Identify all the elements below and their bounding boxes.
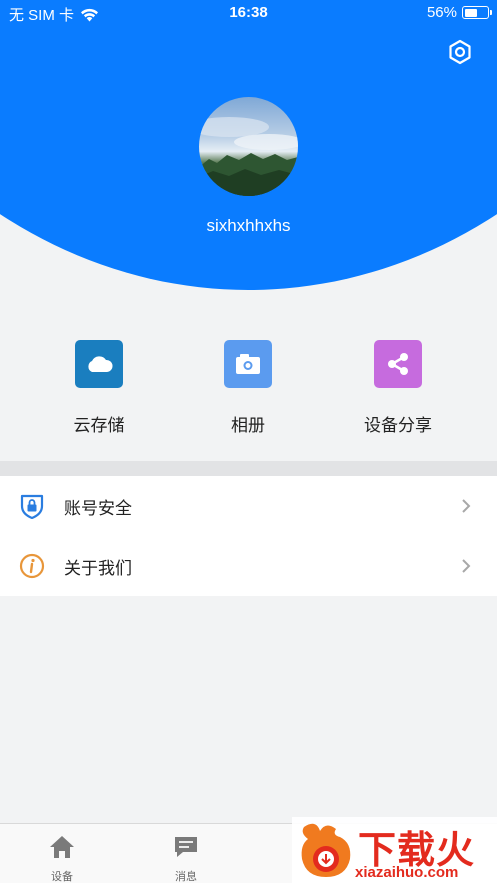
info-icon: [19, 553, 45, 579]
flame-logo-icon: [301, 823, 351, 877]
tab-messages[interactable]: 消息: [124, 824, 248, 883]
profile-header: 无 SIM 卡 16:38 56% sixhxhhxhs: [0, 0, 497, 290]
feature-label: 设备分享: [364, 416, 432, 435]
feature-device-share[interactable]: 设备分享: [328, 330, 468, 436]
feature-label: 相册: [231, 416, 265, 435]
battery-percent: 56%: [426, 4, 457, 21]
chevron-right-icon: [462, 559, 471, 573]
menu-label: 账号安全: [64, 498, 132, 518]
chevron-right-icon: [462, 499, 471, 513]
message-icon: [175, 837, 197, 857]
shield-lock-icon: [20, 494, 44, 519]
avatar[interactable]: [199, 97, 298, 196]
menu-item-about-us[interactable]: 关于我们: [0, 536, 497, 596]
feature-cloud-storage[interactable]: 云存储: [29, 330, 169, 436]
feature-label: 云存储: [73, 416, 125, 435]
feature-album[interactable]: 相册: [178, 330, 318, 436]
feature-grid: 云存储 相册 设备分享: [0, 330, 497, 445]
settings-gear-icon[interactable]: [447, 39, 473, 65]
home-icon: [50, 836, 74, 858]
tab-devices[interactable]: 设备: [0, 824, 124, 883]
cloud-icon: [75, 340, 123, 388]
share-icon: [374, 340, 422, 388]
username: sixhxhhxhs: [206, 216, 291, 235]
camera-icon: [224, 340, 272, 388]
section-divider: [0, 461, 497, 476]
menu-label: 关于我们: [64, 558, 132, 578]
settings-menu: 账号安全 关于我们: [0, 476, 497, 596]
status-bar: 无 SIM 卡 16:38 56%: [0, 0, 497, 26]
tab-label: 消息: [175, 871, 197, 883]
battery-icon: [462, 6, 492, 19]
tab-label: 设备: [51, 871, 73, 883]
watermark-subtitle: xiazaihuo.com: [355, 864, 459, 881]
avatar-image: [199, 117, 298, 196]
menu-item-account-security[interactable]: 账号安全: [0, 476, 497, 536]
watermark-overlay: 下载火 xiazaihuo.com: [292, 817, 497, 883]
status-time: 16:38: [229, 4, 268, 21]
